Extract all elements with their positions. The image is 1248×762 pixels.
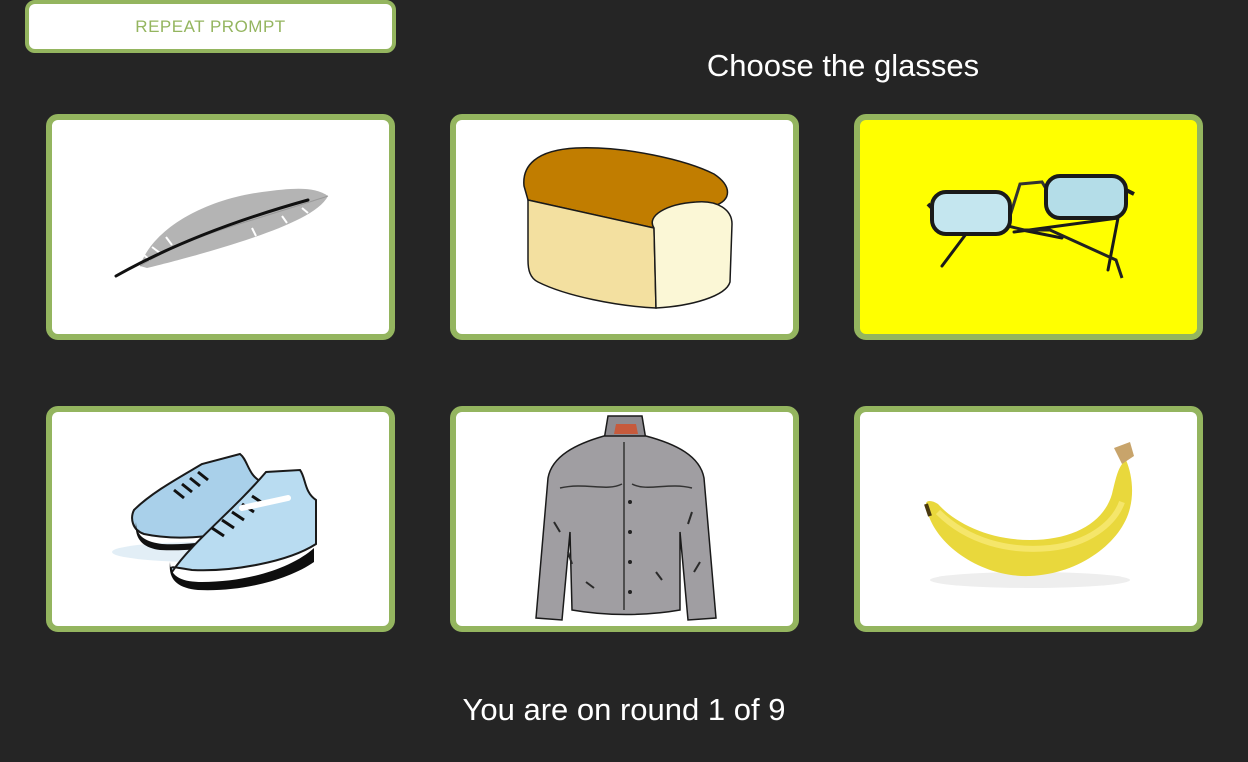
round-indicator: You are on round 1 of 9	[462, 692, 786, 727]
feather-icon	[114, 188, 329, 278]
banana-icon	[924, 442, 1134, 588]
choice-card-glasses[interactable]	[854, 114, 1203, 340]
jacket-icon	[535, 415, 717, 621]
sneakers-icon	[112, 452, 317, 591]
choice-card-jacket[interactable]	[450, 406, 799, 632]
glasses-icon	[926, 174, 1135, 279]
choice-card-feather[interactable]	[46, 114, 395, 340]
bread-icon	[523, 147, 733, 309]
choice-card-bread[interactable]	[450, 114, 799, 340]
choice-card-banana[interactable]	[854, 406, 1203, 632]
choice-card-sneakers[interactable]	[46, 406, 395, 632]
repeat-prompt-button[interactable]: REPEAT PROMPT	[25, 0, 396, 53]
prompt-text: Choose the glasses	[706, 48, 980, 83]
